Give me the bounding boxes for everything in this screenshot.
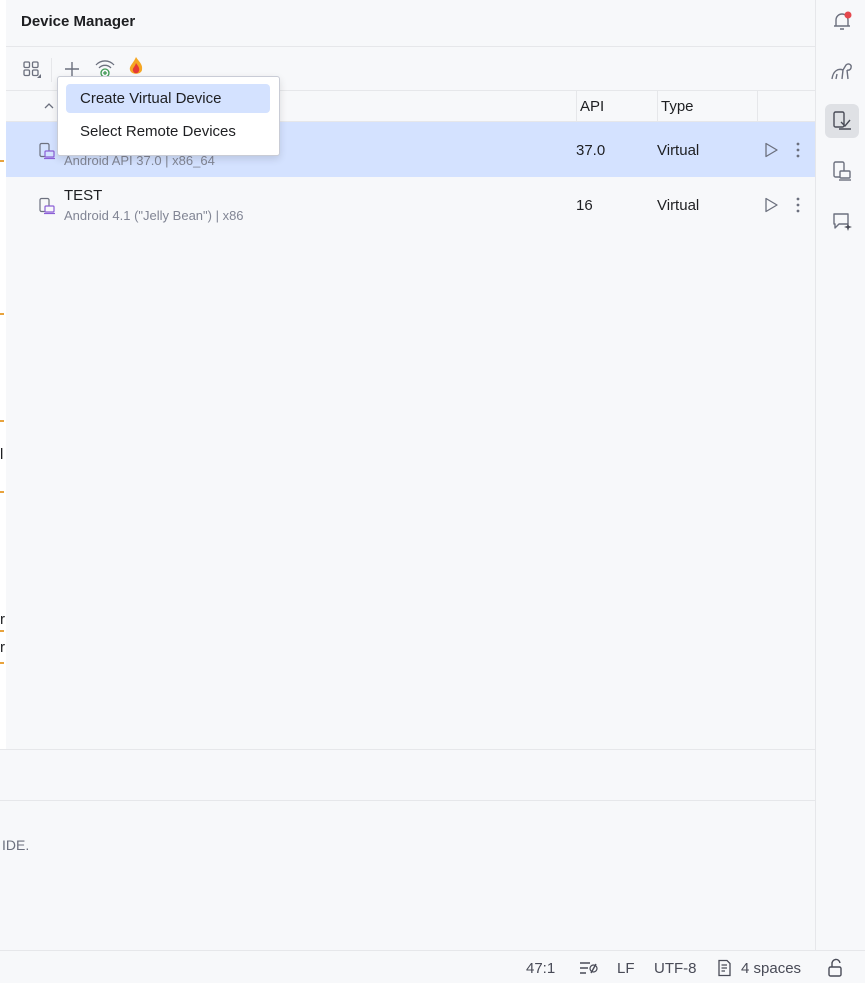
menu-item-create-virtual-device[interactable]: Create Virtual Device [66, 84, 270, 113]
column-header-type[interactable]: Type [661, 98, 694, 115]
table-row[interactable]: TEST Android 4.1 ("Jelly Bean") | x86 16… [6, 177, 815, 232]
play-icon[interactable] [761, 195, 781, 215]
lock-icon[interactable] [827, 958, 845, 983]
device-api: 37.0 [576, 142, 606, 159]
add-device-menu: Create Virtual Device Select Remote Devi… [57, 76, 280, 156]
right-tool-bar [815, 0, 865, 950]
line-ending[interactable]: LF [617, 960, 635, 977]
editor-marker [0, 662, 4, 664]
group-by-icon[interactable] [21, 58, 43, 80]
notifications-icon[interactable] [825, 4, 859, 38]
editor-marker [0, 491, 4, 493]
virtual-device-icon [38, 197, 56, 215]
play-icon[interactable] [761, 140, 781, 160]
firebase-icon[interactable] [125, 56, 147, 78]
editor-marker [0, 420, 4, 422]
status-bar: 47:1 LF UTF-8 4 spaces [0, 950, 865, 980]
gradle-icon[interactable] [825, 54, 859, 88]
editor-text-fragment: r [0, 611, 5, 628]
more-options-icon[interactable] [788, 140, 808, 160]
caret-position[interactable]: 47:1 [526, 960, 555, 977]
editor-marker [0, 630, 4, 632]
device-api: 16 [576, 197, 593, 214]
editor-marker [0, 160, 4, 162]
ai-assistant-icon[interactable] [825, 204, 859, 238]
device-type: Virtual [657, 197, 700, 214]
sort-chevron-up-icon[interactable] [42, 99, 56, 118]
device-name: TEST [64, 187, 103, 204]
device-type: Virtual [657, 142, 700, 159]
running-devices-icon[interactable] [825, 154, 859, 188]
indent-setting[interactable]: 4 spaces [741, 960, 801, 977]
virtual-device-icon [38, 142, 56, 160]
column-header-api[interactable]: API [580, 98, 604, 115]
editor-marker [0, 313, 4, 315]
panel-title: Device Manager [21, 13, 136, 30]
menu-item-select-remote-devices[interactable]: Select Remote Devices [66, 117, 270, 146]
file-encoding[interactable]: UTF-8 [654, 960, 697, 977]
more-options-icon[interactable] [788, 195, 808, 215]
editor-text-fragment: l [0, 446, 4, 463]
console-text-fragment: IDE. [2, 837, 30, 853]
editor-text-fragment: r [0, 639, 5, 656]
device-subtitle: Android 4.1 ("Jelly Bean") | x86 [64, 208, 244, 223]
device-manager-icon[interactable] [825, 104, 859, 138]
